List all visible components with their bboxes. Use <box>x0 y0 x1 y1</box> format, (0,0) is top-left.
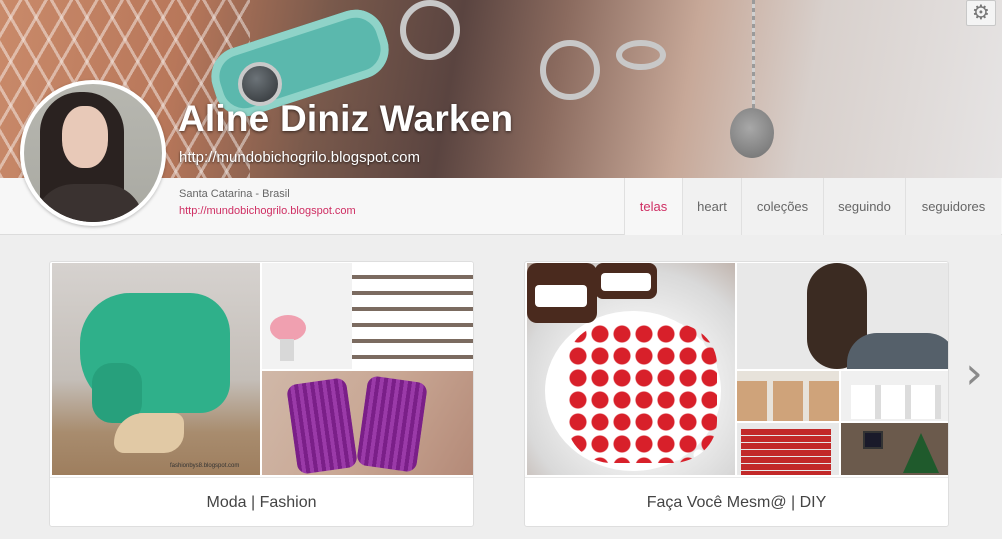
board-title[interactable]: Faça Você Mesm@ | DIY <box>525 477 948 527</box>
image-detail <box>741 429 831 475</box>
avatar-face <box>62 106 108 168</box>
settings-button[interactable]: ⚙ <box>966 0 996 26</box>
image-detail <box>737 381 839 421</box>
board-thumbnail[interactable] <box>841 371 948 421</box>
image-detail <box>903 433 939 473</box>
board-cover-image[interactable]: fashionbys8.blogspot.com <box>52 263 260 475</box>
board-thumbnail[interactable] <box>737 423 839 475</box>
board-title[interactable]: Moda | Fashion <box>50 477 473 527</box>
board-thumbnail[interactable] <box>262 263 473 369</box>
image-detail <box>356 375 428 473</box>
profile-location: Santa Catarina - Brasil <box>179 188 290 200</box>
avatar[interactable] <box>20 80 166 226</box>
profile-website-link[interactable]: http://mundobichogrilo.blogspot.com <box>179 205 356 217</box>
board-cover-image[interactable] <box>527 263 735 475</box>
image-detail <box>567 323 717 463</box>
cover-chain <box>752 0 755 110</box>
image-detail <box>535 285 587 307</box>
board-thumbnail[interactable] <box>841 423 948 475</box>
board-thumbnail[interactable] <box>737 263 948 369</box>
cover-ring <box>400 0 460 60</box>
avatar-photo <box>24 84 162 222</box>
image-detail <box>280 339 294 361</box>
chevron-right-icon[interactable]: › <box>962 352 986 396</box>
board-card-diy[interactable]: Faça Você Mesm@ | DIY <box>524 261 949 527</box>
image-detail <box>601 273 651 291</box>
gear-icon: ⚙ <box>972 2 990 24</box>
tab-seguidores[interactable]: seguidores <box>905 178 1001 235</box>
cover-ring <box>616 40 666 70</box>
profile-url[interactable]: http://mundobichogrilo.blogspot.com <box>179 149 420 166</box>
board-thumbnail[interactable] <box>262 371 473 475</box>
profile-name: Aline Diniz Warken <box>178 98 514 139</box>
image-detail <box>863 431 883 449</box>
cover-ring <box>540 40 600 100</box>
tab-telas[interactable]: telas <box>624 178 682 235</box>
image-detail <box>851 385 941 419</box>
tab-seguindo[interactable]: seguindo <box>823 178 905 235</box>
image-watermark: fashionbys8.blogspot.com <box>170 463 240 469</box>
tab-colecoes[interactable]: coleções <box>741 178 823 235</box>
cover-pendant <box>730 108 774 158</box>
profile-tabs: telas heart coleções seguindo seguidores <box>624 178 1001 235</box>
image-detail <box>352 263 473 369</box>
image-detail <box>270 315 306 341</box>
tab-heart[interactable]: heart <box>682 178 741 235</box>
board-card-moda[interactable]: fashionbys8.blogspot.com Moda | Fashion <box>49 261 474 527</box>
board-thumbnail[interactable] <box>737 371 839 421</box>
image-detail <box>286 377 358 475</box>
image-detail <box>847 333 948 369</box>
image-detail <box>114 413 184 453</box>
